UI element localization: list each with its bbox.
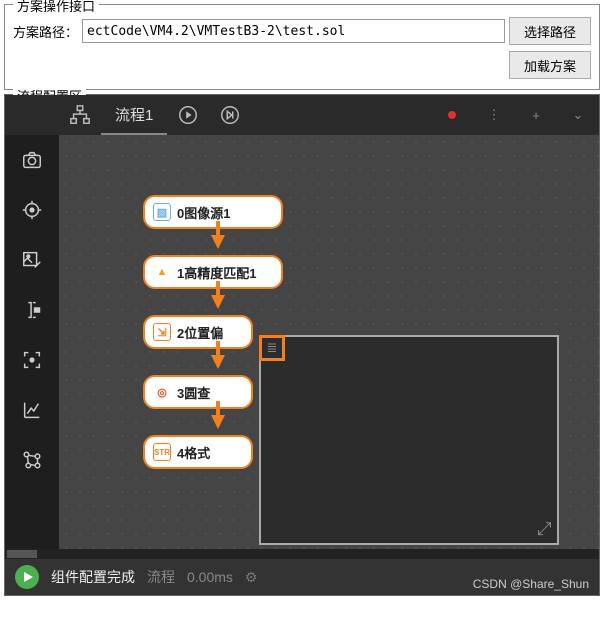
node-image-source[interactable]: ▨ 0图像源1 bbox=[143, 195, 283, 229]
triangle-icon: ▲ bbox=[153, 263, 171, 281]
circle-search-icon: ◎ bbox=[153, 383, 171, 401]
tab-flow1[interactable]: 流程1 bbox=[101, 95, 167, 135]
status-text: 组件配置完成 bbox=[51, 567, 135, 587]
path-label: 方案路径： bbox=[13, 22, 78, 41]
arrow-icon bbox=[211, 235, 225, 249]
run-once-icon[interactable] bbox=[167, 95, 209, 135]
node-label: 0图像源1 bbox=[177, 203, 230, 222]
path-input[interactable] bbox=[82, 19, 505, 43]
tool-sidebar bbox=[5, 135, 59, 549]
status-time: 0.00ms bbox=[187, 569, 233, 585]
node-label: 4格式 bbox=[177, 443, 210, 462]
select-path-button[interactable]: 选择路径 bbox=[509, 17, 591, 45]
operation-panel: 方案操作接口 方案路径： 选择路径 加载方案 bbox=[4, 4, 600, 90]
text-cursor-icon[interactable] bbox=[15, 293, 49, 327]
watermark: CSDN @Share_Shun bbox=[473, 577, 589, 591]
node-label: 2位置偏 bbox=[177, 323, 223, 342]
node-high-precision-match[interactable]: ▲ 1高精度匹配1 bbox=[143, 255, 283, 289]
status-context: 流程 bbox=[147, 567, 175, 587]
focus-icon[interactable] bbox=[15, 343, 49, 377]
horizontal-scrollbar[interactable] bbox=[5, 549, 599, 559]
preview-drag-handle[interactable]: ≣ bbox=[259, 335, 285, 361]
settings-icon[interactable]: ⚙ bbox=[245, 569, 258, 586]
network-icon[interactable] bbox=[15, 443, 49, 477]
load-scheme-button[interactable]: 加载方案 bbox=[509, 51, 591, 79]
more-icon[interactable]: ⋮ bbox=[473, 95, 515, 135]
arrow-icon bbox=[211, 415, 225, 429]
flow-canvas[interactable]: ▨ 0图像源1 ▲ 1高精度匹配1 ⇲ 2位置偏 ◎ 3圆查 STR 4格式 ≣ ⤡ bbox=[59, 135, 599, 549]
node-position[interactable]: ⇲ 2位置偏 bbox=[143, 315, 253, 349]
arrow-icon bbox=[211, 295, 225, 309]
position-icon: ⇲ bbox=[153, 323, 171, 341]
arrow-icon bbox=[211, 355, 225, 369]
flow-panel: 流程配置区 流程1 ⋮ + ⌄ bbox=[4, 94, 600, 596]
chart-icon[interactable] bbox=[15, 393, 49, 427]
node-label: 3圆查 bbox=[177, 383, 210, 402]
target-icon[interactable] bbox=[15, 193, 49, 227]
image-edit-icon[interactable] bbox=[15, 243, 49, 277]
node-label: 1高精度匹配1 bbox=[177, 263, 256, 282]
run-loop-icon[interactable] bbox=[209, 95, 251, 135]
chevron-down-icon[interactable]: ⌄ bbox=[557, 95, 599, 135]
node-format[interactable]: STR 4格式 bbox=[143, 435, 253, 469]
image-icon: ▨ bbox=[153, 203, 171, 221]
flow-topbar: 流程1 ⋮ + ⌄ bbox=[5, 95, 599, 135]
preview-panel[interactable]: ≣ ⤡ bbox=[259, 335, 559, 545]
play-button[interactable] bbox=[15, 565, 39, 589]
node-circle-search[interactable]: ◎ 3圆查 bbox=[143, 375, 253, 409]
camera-icon[interactable] bbox=[15, 143, 49, 177]
add-icon[interactable]: + bbox=[515, 95, 557, 135]
operation-panel-title: 方案操作接口 bbox=[13, 0, 99, 15]
record-icon[interactable] bbox=[431, 95, 473, 135]
flowchart-icon[interactable] bbox=[59, 95, 101, 135]
resize-handle-icon[interactable]: ⤡ bbox=[533, 521, 554, 535]
str-icon: STR bbox=[153, 443, 171, 461]
